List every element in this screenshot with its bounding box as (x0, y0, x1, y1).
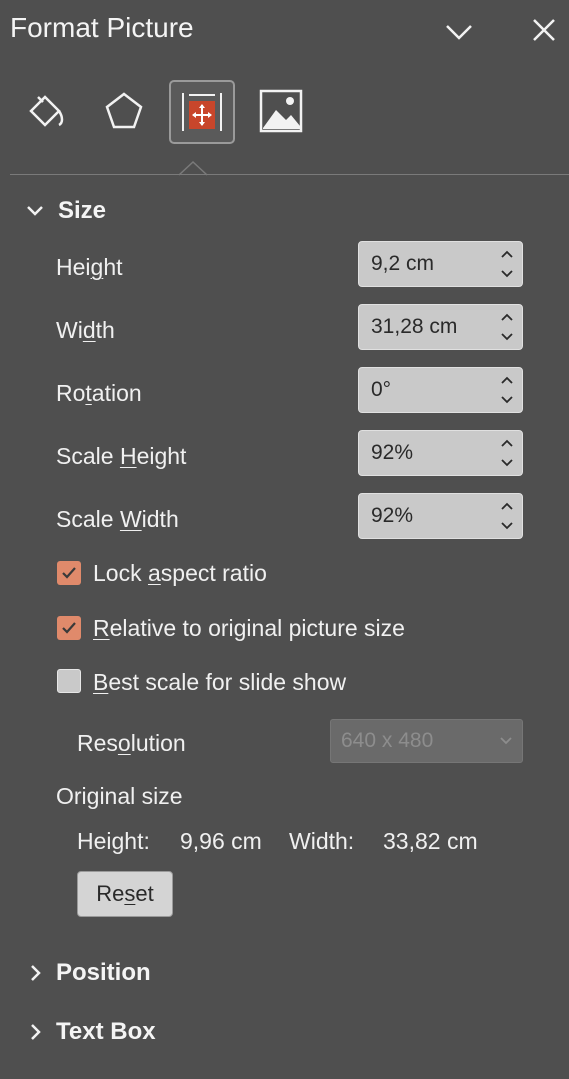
panel-title: Format Picture (10, 12, 194, 43)
rotation-spinner[interactable]: 0° (358, 367, 523, 413)
chevron-down-icon (501, 270, 513, 278)
pentagon-icon (105, 92, 143, 129)
position-section-title: Position (56, 959, 151, 986)
chevron-up-icon (501, 376, 513, 384)
chevron-down-icon (500, 737, 512, 745)
best-scale-label[interactable]: Best scale for slide show (93, 669, 346, 696)
chevron-up-icon (501, 439, 513, 447)
close-panel-button[interactable] (524, 10, 564, 50)
lock-aspect-ratio-checkbox[interactable] (57, 561, 81, 585)
original-height-label: Height: (77, 828, 150, 854)
width-label: Width (56, 317, 115, 343)
height-decrement-button[interactable] (497, 265, 517, 283)
resolution-dropdown[interactable]: 640 x 480 (330, 719, 523, 763)
chevron-right-icon (31, 965, 41, 981)
chevron-down-icon (501, 459, 513, 467)
text-box-section-title: Text Box (56, 1018, 156, 1045)
size-section-title: Size (58, 197, 107, 224)
height-input[interactable]: 9,2 cm (359, 252, 492, 276)
tab-divider (10, 174, 569, 175)
best-scale-checkbox[interactable] (57, 669, 81, 693)
scale-height-increment-button[interactable] (497, 434, 517, 452)
chevron-down-icon (501, 333, 513, 341)
chevron-down-icon (501, 522, 513, 530)
scale-height-spinner[interactable]: 92% (358, 430, 523, 476)
height-label: Height (56, 254, 123, 280)
rotation-decrement-button[interactable] (497, 391, 517, 409)
paint-bucket-icon (29, 95, 64, 127)
scale-width-decrement-button[interactable] (497, 517, 517, 535)
rotation-label: Rotation (56, 380, 142, 406)
size-properties-icon (182, 93, 222, 131)
rotation-input[interactable]: 0° (359, 378, 492, 402)
height-increment-button[interactable] (497, 245, 517, 263)
relative-original-size-label[interactable]: Relative to original picture size (93, 615, 405, 642)
width-spinner[interactable]: 31,28 cm (358, 304, 523, 350)
text-box-section-header[interactable]: Text Box (30, 1018, 156, 1046)
chevron-up-icon (501, 502, 513, 510)
scale-width-input[interactable]: 92% (359, 504, 492, 528)
chevron-down-icon (446, 25, 472, 40)
original-size-label: Original size (56, 783, 183, 809)
scale-width-label: Scale Width (56, 506, 179, 532)
width-input[interactable]: 31,28 cm (359, 315, 492, 339)
picture-icon (259, 89, 303, 133)
size-section-header[interactable]: Size (26, 197, 106, 225)
resolution-value: 640 x 480 (341, 729, 434, 752)
lock-aspect-ratio-label[interactable]: Lock aspect ratio (93, 560, 267, 587)
close-icon (533, 19, 555, 41)
width-increment-button[interactable] (497, 308, 517, 326)
position-section-header[interactable]: Position (30, 959, 151, 987)
reset-button[interactable]: Re s et (77, 871, 173, 917)
scale-height-decrement-button[interactable] (497, 454, 517, 472)
collapse-panel-button[interactable] (439, 12, 479, 52)
original-height-value: 9,96 cm (180, 828, 262, 854)
tab-effects[interactable] (95, 82, 153, 140)
chevron-down-icon (501, 396, 513, 404)
resolution-label: Resolution (77, 730, 186, 756)
chevron-up-icon (501, 250, 513, 258)
chevron-down-icon (27, 206, 43, 216)
original-width-label: Width: (289, 828, 355, 854)
scale-height-input[interactable]: 92% (359, 441, 492, 465)
width-decrement-button[interactable] (497, 328, 517, 346)
tab-size-properties[interactable] (169, 80, 235, 144)
tab-fill-line[interactable] (16, 82, 74, 140)
chevron-right-icon (31, 1024, 41, 1040)
rotation-increment-button[interactable] (497, 371, 517, 389)
tab-picture[interactable] (252, 82, 310, 140)
height-spinner[interactable]: 9,2 cm (358, 241, 523, 287)
original-width-value: 33,82 cm (383, 828, 478, 854)
scale-height-label: Scale Height (56, 443, 187, 469)
chevron-up-icon (501, 313, 513, 321)
checkmark-icon (62, 567, 76, 579)
checkmark-icon (62, 622, 76, 634)
relative-original-size-checkbox[interactable] (57, 616, 81, 640)
scale-width-increment-button[interactable] (497, 497, 517, 515)
scale-width-spinner[interactable]: 92% (358, 493, 523, 539)
